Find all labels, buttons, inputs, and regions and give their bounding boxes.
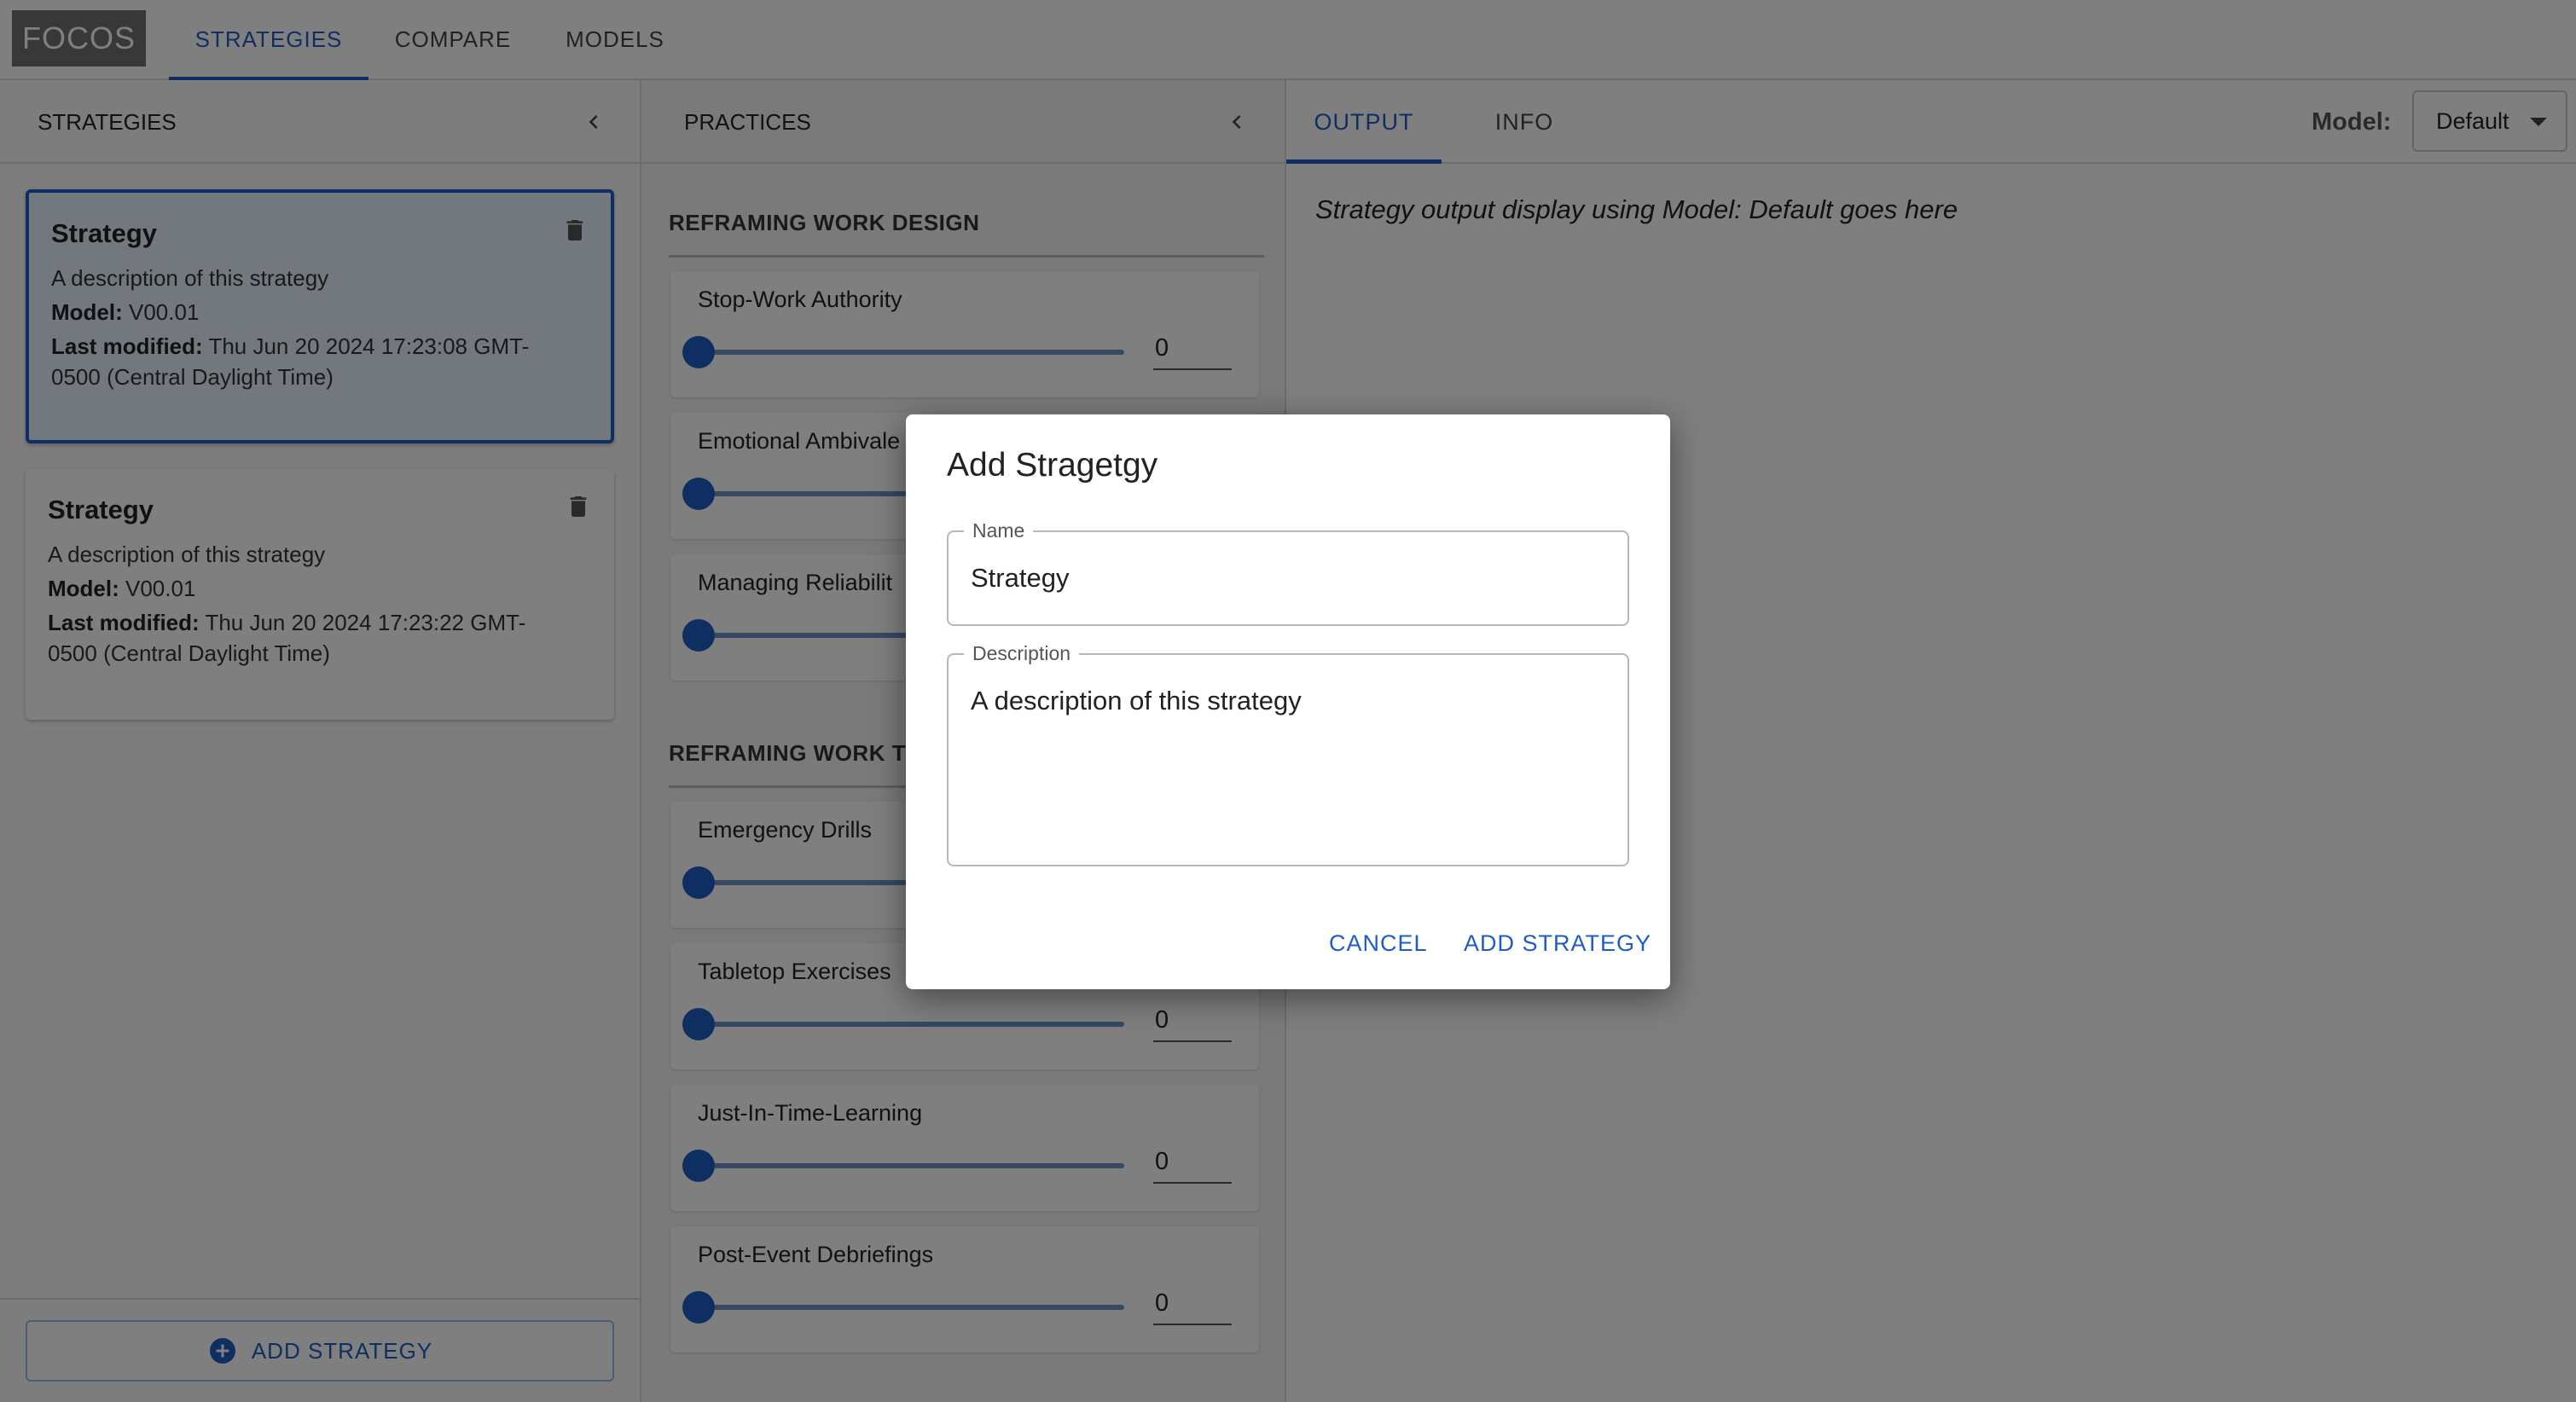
name-field[interactable]: Name Strategy bbox=[947, 519, 1629, 626]
dialog-title: Add Stragetgy bbox=[947, 447, 1158, 484]
name-field-value[interactable]: Strategy bbox=[971, 563, 1069, 594]
description-field-value[interactable]: A description of this strategy bbox=[971, 686, 1302, 716]
cancel-button[interactable]: CANCEL bbox=[1324, 926, 1433, 960]
add-strategy-dialog: Add Stragetgy Name Strategy Description … bbox=[906, 414, 1670, 989]
add-strategy-confirm-button[interactable]: ADD STRATEGY bbox=[1459, 926, 1656, 960]
description-field-label: Description bbox=[964, 642, 1080, 664]
name-field-label: Name bbox=[964, 519, 1034, 542]
description-field[interactable]: Description A description of this strate… bbox=[947, 642, 1629, 866]
